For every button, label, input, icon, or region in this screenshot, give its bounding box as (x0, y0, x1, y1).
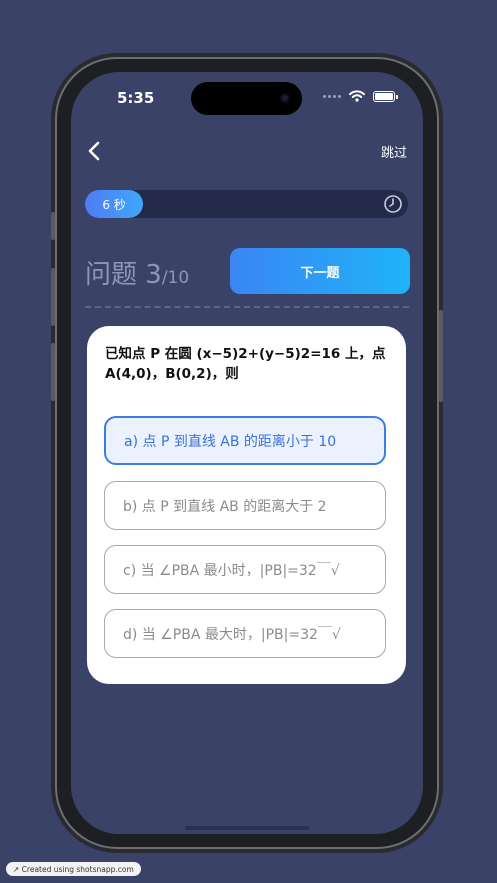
status-icons (323, 90, 398, 102)
status-time: 5:35 (117, 89, 155, 107)
chevron-left-icon[interactable] (82, 138, 108, 164)
next-question-button[interactable]: 下一题 (230, 248, 410, 294)
dashed-divider (85, 306, 409, 308)
power-button (439, 310, 443, 402)
home-indicator (185, 826, 309, 830)
skip-button[interactable]: 跳过 (381, 142, 407, 161)
option-b[interactable]: b) 点 P 到直线 AB 的距离大于 2 (104, 481, 386, 530)
timer-progress: 6 秒 (85, 190, 144, 218)
volume-down-button (51, 343, 55, 401)
signal-dots-icon (323, 94, 341, 98)
volume-up-button (51, 268, 55, 326)
option-a[interactable]: a) 点 P 到直线 AB 的距离小于 10 (104, 416, 386, 465)
option-d[interactable]: d) 当 ∠PBA 最大时，|PB|=32￣√ (104, 609, 386, 658)
question-counter: 问题 3/10 (85, 260, 190, 290)
question-card: 已知点 P 在圆 (x−5)2+(y−5)2=16 上，点 A(4,0)，B(0… (87, 326, 406, 684)
option-c[interactable]: c) 当 ∠PBA 最小时，|PB|=32￣√ (104, 545, 386, 594)
timer-bar: 6 秒 (85, 190, 408, 218)
app-screen: 5:35 跳过 6 秒 问题 3/10 下一题 已知点 P 在圆 (x−5)2+… (71, 72, 423, 834)
wifi-icon (349, 90, 365, 102)
question-text: 已知点 P 在圆 (x−5)2+(y−5)2=16 上，点 A(4,0)，B(0… (105, 346, 386, 382)
shotsnapp-watermark: ↗ Created using shotsnapp.com (6, 862, 141, 876)
battery-icon (373, 90, 398, 102)
camera-icon (280, 93, 290, 103)
dynamic-island (191, 82, 302, 115)
mute-switch (51, 212, 55, 240)
arrow-up-right-icon: ↗ (13, 864, 22, 874)
clock-icon (384, 195, 402, 213)
timer-label: 6 秒 (102, 197, 126, 212)
